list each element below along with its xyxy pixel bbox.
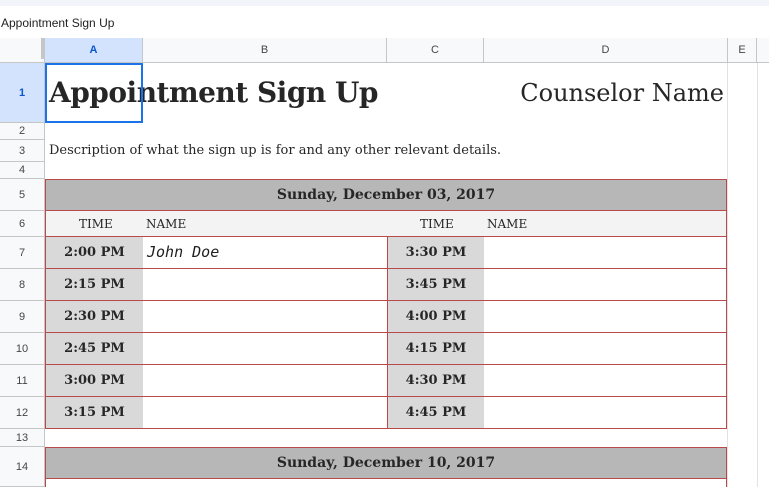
slot-name-right[interactable] <box>484 333 726 364</box>
time-label-right: TIME <box>420 217 454 231</box>
date-header: Sunday, December 10, 2017 <box>45 447 727 479</box>
time-label-left: TIME <box>79 217 113 231</box>
row-header-4[interactable]: 4 <box>0 162 45 179</box>
row-header-3[interactable]: 3 <box>0 140 45 162</box>
column-header-e[interactable]: E <box>728 38 757 63</box>
slot-time-left: 2:45 PM <box>46 333 143 364</box>
slot-time-left: 2:30 PM <box>46 301 143 332</box>
slot-time-left: 3:15 PM <box>46 397 143 428</box>
slot-name-left[interactable] <box>143 301 387 332</box>
row-header-14[interactable]: 14 <box>0 447 45 487</box>
slot-row: 2:30 PM 4:00 PM <box>45 301 727 333</box>
slot-name-right[interactable] <box>484 301 726 332</box>
row-header-9[interactable]: 9 <box>0 301 45 333</box>
corner-divider <box>41 38 44 59</box>
counselor-name: Counselor Name <box>520 79 724 107</box>
slot-row: 2:00 PM John Doe 3:30 PM <box>45 237 727 269</box>
row-header-1[interactable]: 1 <box>0 63 45 123</box>
slot-row: 3:00 PM 4:30 PM <box>45 365 727 397</box>
row-header-6[interactable]: 6 <box>0 211 45 237</box>
row-header-8[interactable]: 8 <box>0 269 45 301</box>
next-section-stub <box>45 479 727 487</box>
window-title: Appointment Sign Up <box>1 16 115 30</box>
slot-name-left[interactable] <box>143 269 387 300</box>
row-header-2[interactable]: 2 <box>0 123 45 140</box>
column-header-b[interactable]: B <box>143 38 387 63</box>
slot-name-right[interactable] <box>484 269 726 300</box>
slot-name-right[interactable] <box>484 237 726 268</box>
slot-time-left: 3:00 PM <box>46 365 143 396</box>
slot-time-left: 2:15 PM <box>46 269 143 300</box>
column-labels-row: TIME NAME TIME NAME <box>45 211 727 237</box>
slot-row: 2:15 PM 3:45 PM <box>45 269 727 301</box>
slot-time-right: 3:30 PM <box>388 237 484 268</box>
slot-name-left[interactable] <box>143 333 387 364</box>
slot-name-left[interactable] <box>143 365 387 396</box>
slot-time-right: 3:45 PM <box>388 269 484 300</box>
slot-row: 3:15 PM 4:45 PM <box>45 397 727 429</box>
select-all-corner[interactable] <box>0 38 45 63</box>
row-header-7[interactable]: 7 <box>0 237 45 269</box>
slot-time-right: 4:30 PM <box>388 365 484 396</box>
column-header-a[interactable]: A <box>45 38 143 63</box>
sign-up-description: Description of what the sign up is for a… <box>49 143 502 158</box>
slot-time-right: 4:00 PM <box>388 301 484 332</box>
title-bar-strip <box>0 0 769 6</box>
slot-name-right[interactable] <box>484 365 726 396</box>
row-header-10[interactable]: 10 <box>0 333 45 365</box>
name-label-right: NAME <box>487 217 528 231</box>
column-header-d[interactable]: D <box>484 38 728 63</box>
column-header-overflow <box>757 38 769 63</box>
slot-name-left[interactable]: John Doe <box>143 237 387 268</box>
column-header-c[interactable]: C <box>387 38 484 63</box>
row-header-13[interactable]: 13 <box>0 429 45 447</box>
slot-time-right: 4:45 PM <box>388 397 484 428</box>
window-title-bar: Appointment Sign Up <box>0 0 769 38</box>
row-header-12[interactable]: 12 <box>0 397 45 429</box>
slot-row: 2:45 PM 4:15 PM <box>45 333 727 365</box>
row-header-11[interactable]: 11 <box>0 365 45 397</box>
sheet-title: Appointment Sign Up <box>49 76 379 109</box>
name-label-left: NAME <box>146 217 187 231</box>
slot-time-right: 4:15 PM <box>388 333 484 364</box>
date-header: Sunday, December 03, 2017 <box>45 179 727 211</box>
column-f-gridline <box>757 63 758 487</box>
slot-name-left[interactable] <box>143 397 387 428</box>
row-header-5[interactable]: 5 <box>0 179 45 211</box>
slot-time-left: 2:00 PM <box>46 237 143 268</box>
slot-name-right[interactable] <box>484 397 726 428</box>
column-e-gridline <box>727 63 728 487</box>
